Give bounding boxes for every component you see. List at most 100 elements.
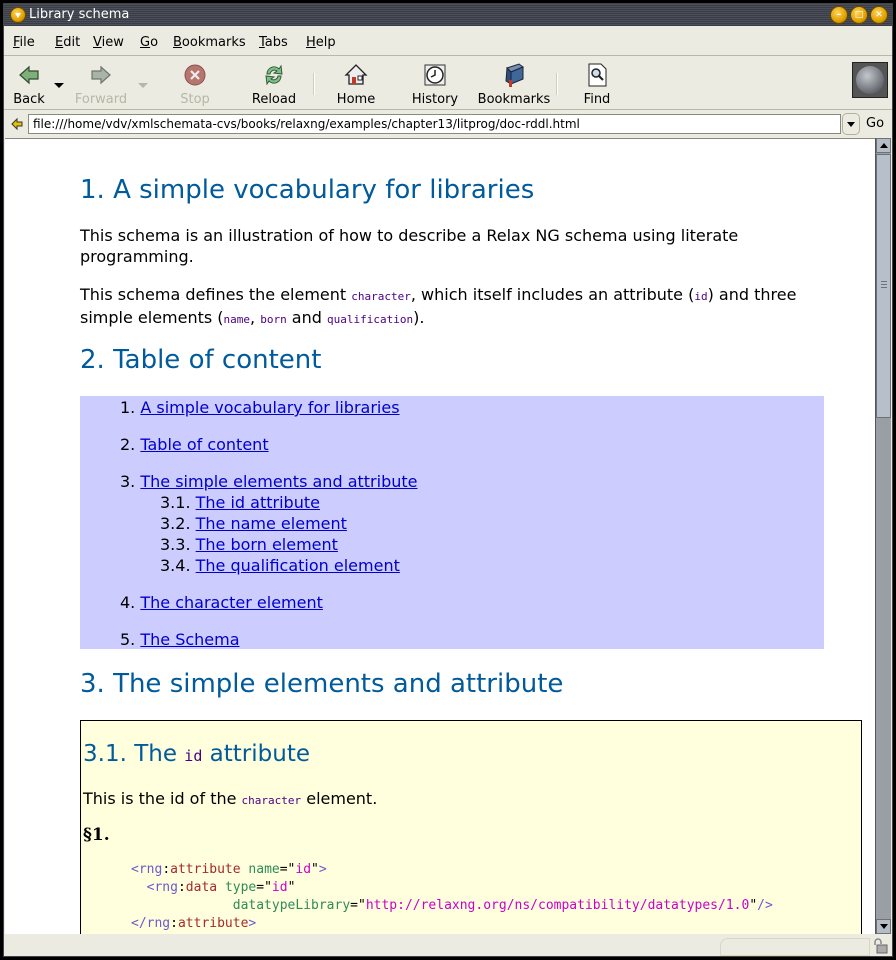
page-content: 1. A simple vocabulary for libraries Thi… bbox=[5, 138, 875, 935]
colon: : bbox=[177, 880, 186, 895]
toc-number: 2. bbox=[120, 435, 136, 454]
toc-item: 3.4. The qualification element bbox=[160, 556, 400, 575]
menu-edit-mnemonic: E bbox=[55, 35, 64, 50]
menu-edit[interactable]: Edit bbox=[55, 35, 80, 50]
grip-icon bbox=[881, 281, 887, 282]
menu-view[interactable]: View bbox=[93, 35, 124, 50]
menu-bookmarks-mnemonic: B bbox=[173, 35, 182, 50]
page-proxy-icon[interactable] bbox=[10, 117, 24, 131]
text: This is the id of the bbox=[83, 789, 242, 808]
code-line: datatypeLibrary="http://relaxng.org/ns/c… bbox=[232, 898, 773, 913]
toolbar-separator bbox=[313, 73, 315, 95]
code-line: <rng:attribute name="id"> bbox=[131, 862, 327, 877]
reload-icon bbox=[265, 64, 283, 86]
toc-link[interactable]: The qualification element bbox=[196, 556, 400, 575]
toc-link[interactable]: The name element bbox=[196, 514, 347, 533]
toc-link[interactable]: The Schema bbox=[140, 630, 239, 649]
activity-throbber bbox=[852, 62, 888, 98]
menu-go-rest: o bbox=[150, 35, 159, 50]
toc-item: 3.3. The born element bbox=[160, 535, 338, 554]
forward-button: Forward bbox=[70, 57, 132, 109]
colon: : bbox=[170, 916, 178, 931]
url-history-dropdown[interactable] bbox=[842, 113, 860, 135]
status-bar bbox=[4, 934, 892, 956]
attribute-value: id bbox=[295, 862, 312, 877]
toc-link[interactable]: The born element bbox=[196, 535, 338, 554]
history-label: History bbox=[411, 92, 459, 107]
text: , bbox=[250, 308, 261, 327]
menu-tabs[interactable]: Tabs bbox=[259, 35, 288, 50]
url-input[interactable]: file:///home/vdv/xmlschemata-cvs/books/r… bbox=[28, 114, 841, 134]
toc-number: 3.3. bbox=[160, 535, 191, 554]
back-label: Back bbox=[13, 92, 45, 107]
vertical-scrollbar[interactable] bbox=[875, 138, 891, 934]
menu-help[interactable]: Help bbox=[306, 35, 336, 50]
scroll-up-arrow-icon[interactable] bbox=[876, 138, 891, 153]
toc-item: 3.1. The id attribute bbox=[160, 493, 320, 512]
menu-go[interactable]: Go bbox=[140, 35, 158, 50]
text: and bbox=[286, 308, 327, 327]
forward-history-dropdown-icon bbox=[138, 83, 148, 88]
home-button[interactable]: Home bbox=[332, 57, 380, 109]
colon: : bbox=[162, 862, 171, 877]
code-name: name bbox=[223, 313, 251, 326]
menu-file[interactable]: File bbox=[13, 35, 35, 50]
go-button[interactable]: Go bbox=[866, 116, 884, 131]
section-3-heading: 3. The simple elements and attribute bbox=[80, 669, 564, 699]
toc-link[interactable]: The id attribute bbox=[196, 493, 320, 512]
tag-bracket: > bbox=[318, 862, 327, 877]
toc-number: 3. bbox=[120, 472, 136, 491]
scrollbar-thumb[interactable] bbox=[876, 154, 891, 418]
bookmarks-book-icon bbox=[505, 63, 524, 87]
toc-number: 3.4. bbox=[160, 556, 191, 575]
code-line: </rng:attribute> bbox=[131, 916, 256, 931]
progress-meter bbox=[720, 938, 870, 956]
security-lock-icon[interactable] bbox=[872, 938, 888, 954]
back-history-dropdown-icon[interactable] bbox=[54, 83, 64, 88]
attribute-name: name bbox=[248, 862, 280, 877]
bookmarks-button[interactable]: Bookmarks bbox=[476, 57, 552, 109]
minimize-button[interactable]: – bbox=[830, 6, 848, 24]
text: , which itself includes an attribute ( bbox=[410, 285, 695, 304]
maximize-button[interactable]: □ bbox=[850, 6, 868, 24]
find-label: Find bbox=[583, 92, 611, 107]
reload-label: Reload bbox=[251, 92, 297, 107]
code-line: <rng:data type="id" bbox=[146, 880, 296, 895]
scroll-down-arrow-icon[interactable] bbox=[876, 919, 891, 934]
toc-link[interactable]: A simple vocabulary for libraries bbox=[140, 398, 399, 417]
toc-link[interactable]: Table of content bbox=[140, 435, 268, 454]
title-bar[interactable]: Library schema – □ ✕ bbox=[4, 4, 892, 26]
toc-number: 3.2. bbox=[160, 514, 191, 533]
table-of-contents: 1. A simple vocabulary for libraries 2. … bbox=[80, 396, 824, 649]
section-1-heading: 1. A simple vocabulary for libraries bbox=[80, 175, 535, 205]
code-character: character bbox=[241, 794, 302, 807]
text: attribute bbox=[202, 741, 310, 767]
history-clock-icon bbox=[424, 64, 446, 86]
menu-tabs-rest: abs bbox=[264, 35, 288, 50]
toc-number: 1. bbox=[120, 398, 136, 417]
find-button[interactable]: Find bbox=[576, 57, 618, 109]
stop-button: Stop bbox=[170, 57, 220, 109]
toc-item: 1. A simple vocabulary for libraries bbox=[120, 398, 400, 417]
tag-bracket: > bbox=[248, 916, 257, 931]
attribute-name: datatypeLibrary bbox=[232, 898, 351, 913]
back-button[interactable]: Back bbox=[6, 57, 52, 109]
toc-link[interactable]: The character element bbox=[140, 593, 323, 612]
stop-label: Stop bbox=[180, 92, 210, 107]
close-button[interactable]: ✕ bbox=[870, 6, 888, 24]
toc-link[interactable]: The simple elements and attribute bbox=[140, 472, 417, 491]
code-id: id bbox=[694, 290, 708, 303]
history-button[interactable]: History bbox=[406, 57, 464, 109]
menu-bookmarks[interactable]: Bookmarks bbox=[173, 35, 246, 50]
back-arrow-icon bbox=[19, 65, 39, 85]
reload-button[interactable]: Reload bbox=[247, 57, 301, 109]
code-block: <rng:attribute name="id"> <rng:data type… bbox=[131, 861, 773, 933]
location-bar: file:///home/vdv/xmlschemata-cvs/books/r… bbox=[4, 111, 892, 137]
window-menu-icon[interactable] bbox=[10, 7, 26, 23]
text: 3.1. The bbox=[83, 741, 185, 767]
code-qualification: qualification bbox=[327, 313, 414, 326]
tag-bracket: /> bbox=[757, 898, 773, 913]
bookmarks-label: Bookmarks bbox=[477, 92, 551, 107]
code-born: born bbox=[260, 313, 287, 326]
navigation-toolbar: Back Forward Stop Reload Home History Bo… bbox=[4, 57, 892, 110]
